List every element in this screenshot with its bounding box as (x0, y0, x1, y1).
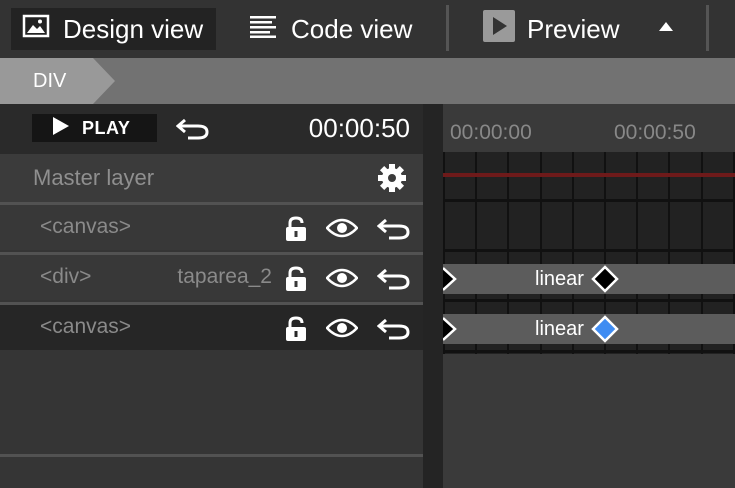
easing-label: linear (535, 318, 584, 340)
play-icon (52, 116, 70, 141)
lines-icon (249, 14, 277, 45)
toolbar-separator (446, 5, 449, 51)
breadcrumb: DIV (0, 58, 735, 104)
layer-name: <div> (40, 265, 92, 288)
playhead-line[interactable] (443, 173, 735, 177)
eye-icon[interactable] (325, 268, 359, 293)
breadcrumb-item-div[interactable]: DIV (0, 58, 115, 104)
eye-icon[interactable] (325, 318, 359, 343)
eye-icon[interactable] (325, 218, 359, 243)
layer-id: taparea_2 (177, 265, 272, 288)
unlock-icon[interactable] (285, 266, 307, 297)
tick-label: 00:00:50 (614, 121, 696, 144)
keyframe-diamond-selected-icon[interactable] (591, 315, 619, 348)
toolbar-separator (706, 5, 709, 51)
design-view-button[interactable]: Design view (11, 8, 216, 50)
keyframe-diamond-icon[interactable] (591, 265, 619, 298)
layer-name: <canvas> (40, 315, 132, 338)
revert-icon[interactable] (376, 217, 411, 246)
master-layer-label: Master layer (33, 165, 155, 190)
tick-label: 00:00:00 (450, 121, 532, 144)
play-button[interactable]: PLAY (32, 114, 157, 142)
code-view-button[interactable]: Code view (249, 8, 412, 50)
triangle-up-icon[interactable] (656, 19, 676, 38)
preview-label: Preview (527, 13, 620, 44)
layers-panel: PLAY 00:00:50 Master layer <canvas> <div… (0, 104, 423, 488)
unlock-icon[interactable] (285, 316, 307, 347)
grid-row-divider (443, 299, 735, 302)
current-time: 00:00:50 (308, 113, 410, 143)
panel-splitter[interactable] (423, 104, 443, 488)
grid-row-divider (443, 249, 735, 252)
play-label: PLAY (82, 117, 131, 138)
transport-bar: PLAY 00:00:50 (0, 104, 423, 154)
code-view-label: Code view (291, 13, 413, 44)
keyframe-start-icon[interactable] (443, 315, 459, 348)
revert-icon[interactable] (376, 317, 411, 346)
animation-track[interactable] (443, 314, 735, 344)
layer-row-selected[interactable]: <canvas> (0, 302, 423, 350)
keyframe-start-icon[interactable] (443, 265, 459, 298)
easing-label: linear (535, 268, 584, 290)
preview-button[interactable]: Preview (483, 8, 619, 50)
design-view-label: Design view (63, 13, 204, 44)
grid-row-divider (443, 199, 735, 202)
layer-row[interactable]: <div> taparea_2 (0, 252, 423, 300)
play-square-icon (483, 9, 515, 49)
grid-row-divider (443, 350, 735, 353)
gear-icon[interactable] (377, 163, 407, 198)
time-ruler[interactable]: 00:00:00 00:00:50 (443, 104, 735, 152)
divider (0, 454, 423, 457)
image-icon (22, 14, 50, 45)
undo-icon[interactable] (175, 117, 210, 146)
breadcrumb-label: DIV (33, 70, 67, 92)
timeline-grid[interactable]: linear linear (443, 152, 735, 354)
layer-row[interactable]: <canvas> (0, 202, 423, 250)
toolbar: Design view Code view Preview (0, 0, 735, 58)
timeline-panel: 00:00:00 00:00:50 linear linear (443, 104, 735, 488)
layer-name: <canvas> (40, 215, 132, 238)
unlock-icon[interactable] (285, 216, 307, 247)
animation-track[interactable] (443, 264, 735, 294)
revert-icon[interactable] (376, 267, 411, 296)
master-layer-row[interactable]: Master layer (0, 154, 423, 202)
